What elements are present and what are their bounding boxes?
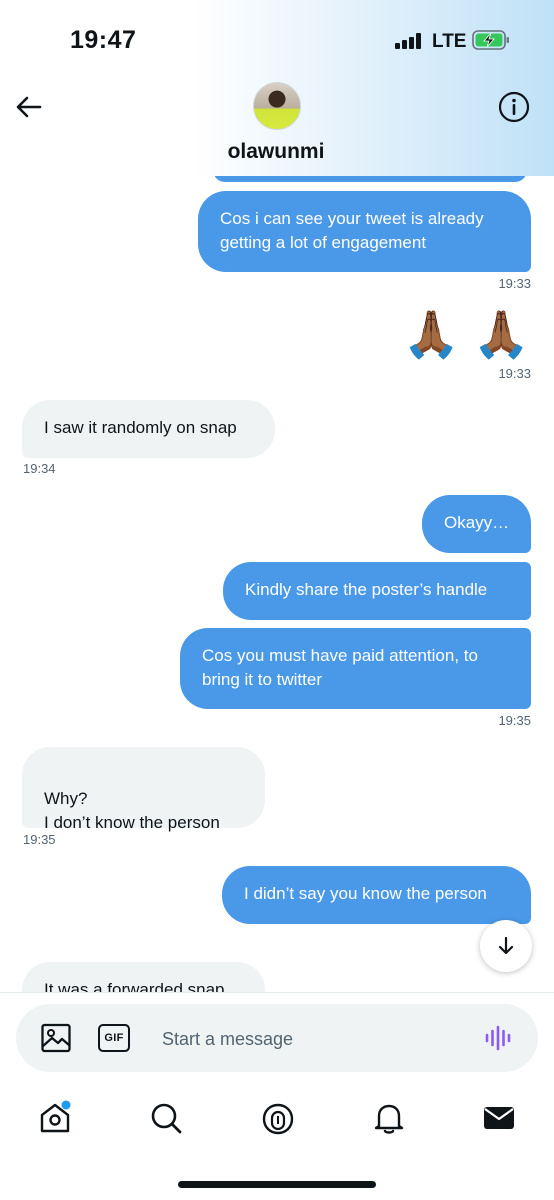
contact-name-label: olawunmi [227,140,325,163]
network-label: LTE [432,31,467,52]
message-timestamp: 19:35 [498,713,531,728]
message-bubble-outgoing[interactable]: Cos i can see your tweet is already gett… [198,191,531,272]
message-timestamp: 19:33 [498,366,531,381]
spaces-icon[interactable] [260,1100,296,1136]
message-emoji[interactable]: 🙏🏾 🙏🏾 [403,308,530,360]
voice-message-icon[interactable] [484,1024,512,1052]
message-text: It was a forwarded snap [44,980,225,992]
notifications-icon[interactable] [371,1100,407,1136]
back-arrow-icon[interactable] [14,92,44,122]
message-bubble-outgoing[interactable]: I didn’t say you know the person [222,866,531,924]
message-bubble-outgoing[interactable]: Kindly share the poster’s handle [223,562,531,620]
message-text: I didn’t say you know the person [244,884,487,903]
bottom-tab-bar [0,1088,554,1148]
messages-icon[interactable] [481,1100,517,1136]
message-timestamp: 19:33 [498,276,531,291]
search-icon[interactable] [148,1100,184,1136]
message-input[interactable] [162,1026,462,1052]
status-bar: 19:47 LTE [0,0,554,80]
status-time: 19:47 [70,26,137,54]
message-thread[interactable]: Cos i can see your tweet is already gett… [0,176,554,992]
scroll-to-bottom-button[interactable] [480,920,532,972]
message-text: Okayy… [444,513,510,532]
gif-icon[interactable]: GIF [98,1024,130,1052]
message-bubble-incoming[interactable]: It was a forwarded snap [22,962,265,992]
avatar[interactable] [253,82,301,130]
battery-charging-icon [472,30,509,50]
message-bubble-incoming[interactable]: I saw it randomly on snap [22,400,275,458]
message-timestamp: 19:34 [23,461,56,476]
message-text: Why? I don’t know the person [44,789,220,832]
arrow-down-icon [498,936,514,955]
previous-message-bubble [213,176,527,182]
message-text: Cos i can see your tweet is already gett… [220,209,484,252]
image-icon[interactable] [40,1022,72,1054]
message-bubble-outgoing[interactable]: Okayy… [422,495,531,553]
info-icon[interactable] [497,90,531,124]
contact-name[interactable]: olawunmi [0,140,554,164]
composer-divider [0,992,554,993]
signal-icon [395,33,423,49]
message-bubble-incoming[interactable]: Why? I don’t know the person [22,747,265,832]
message-composer: GIF [16,1004,538,1072]
message-text: Cos you must have paid attention, to bri… [202,646,478,689]
message-bubble-outgoing[interactable]: Cos you must have paid attention, to bri… [180,628,531,709]
message-timestamp: 19:35 [23,832,56,847]
home-icon[interactable] [37,1100,73,1136]
home-indicator [178,1181,376,1188]
message-text: Kindly share the poster’s handle [245,580,488,599]
message-text: I saw it randomly on snap [44,418,237,437]
